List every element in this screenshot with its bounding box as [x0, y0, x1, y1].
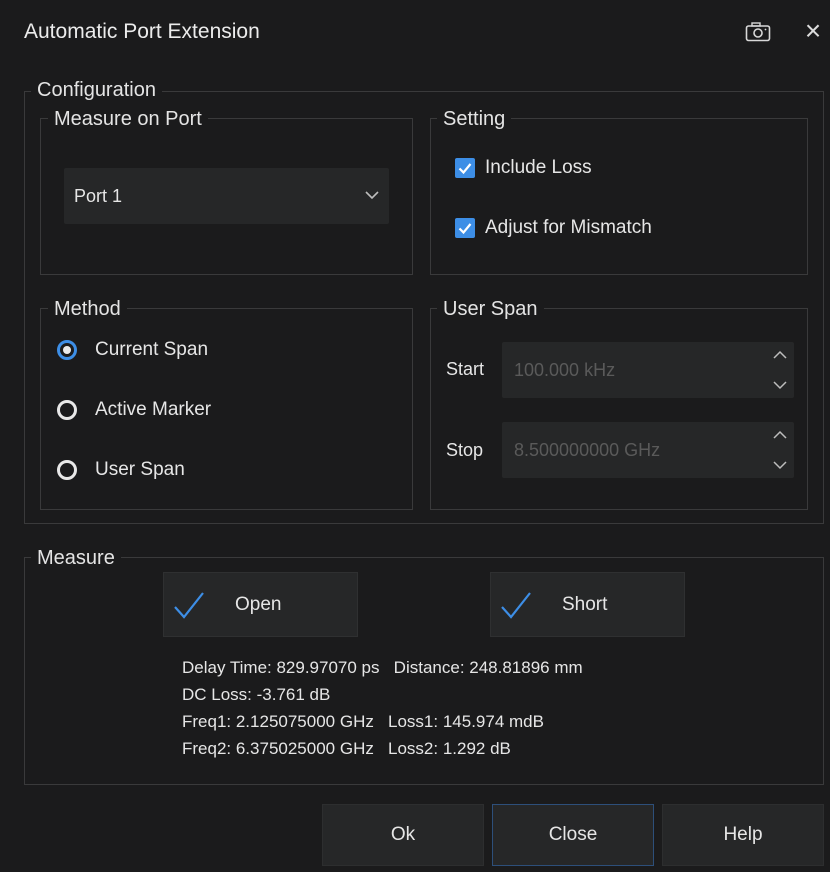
help-button[interactable]: Help	[662, 804, 824, 866]
camera-icon[interactable]	[745, 22, 771, 42]
delay-distance-text: Delay Time: 829.97070 ps Distance: 248.8…	[182, 658, 583, 677]
start-spinbox[interactable]: 100.000 kHz	[502, 342, 794, 398]
measure-label: Measure	[31, 546, 121, 570]
method-label: Method	[48, 297, 127, 321]
close-icon[interactable]: ×	[798, 14, 828, 48]
short-button[interactable]: Short	[490, 572, 685, 637]
radio-user-span[interactable]	[57, 460, 77, 480]
user-span-label: User Span	[437, 297, 544, 321]
include-loss-checkbox[interactable]	[455, 158, 475, 178]
check-icon	[499, 589, 533, 628]
open-button[interactable]: Open	[163, 572, 358, 637]
measure-on-port-label: Measure on Port	[48, 107, 208, 131]
dc-loss-text: DC Loss: -3.761 dB	[182, 685, 331, 704]
adjust-mismatch-checkbox[interactable]	[455, 218, 475, 238]
include-loss-label: Include Loss	[485, 157, 592, 178]
configuration-label: Configuration	[31, 78, 162, 102]
short-button-label: Short	[562, 594, 608, 615]
start-value: 100.000 kHz	[514, 360, 616, 380]
freq2-loss2-text: Freq2: 6.375025000 GHz Loss2: 1.292 dB	[182, 739, 511, 758]
spin-arrows-icon[interactable]	[772, 428, 788, 472]
radio-user-span-label: User Span	[95, 459, 185, 480]
stop-spinbox[interactable]: 8.500000000 GHz	[502, 422, 794, 478]
radio-current-span[interactable]	[57, 340, 77, 360]
dialog-title: Automatic Port Extension	[24, 20, 260, 43]
adjust-mismatch-label: Adjust for Mismatch	[485, 217, 652, 238]
radio-current-span-label: Current Span	[95, 339, 209, 360]
freq1-loss1-text: Freq1: 2.125075000 GHz Loss1: 145.974 md…	[182, 712, 544, 731]
stop-label: Stop	[446, 440, 484, 460]
port-dropdown-value: Port 1	[74, 186, 123, 206]
user-span-group	[430, 308, 808, 510]
port-dropdown[interactable]: Port 1	[64, 168, 389, 224]
setting-label: Setting	[437, 107, 512, 131]
open-button-label: Open	[235, 594, 282, 615]
spin-arrows-icon[interactable]	[772, 348, 788, 392]
stop-value: 8.500000000 GHz	[514, 440, 661, 460]
close-button[interactable]: Close	[492, 804, 654, 866]
chevron-down-icon	[365, 188, 379, 202]
setting-group	[430, 118, 808, 275]
radio-active-marker[interactable]	[57, 400, 77, 420]
start-label: Start	[446, 359, 485, 379]
radio-active-marker-label: Active Marker	[95, 399, 212, 420]
check-icon	[172, 589, 206, 628]
ok-button[interactable]: Ok	[322, 804, 484, 866]
